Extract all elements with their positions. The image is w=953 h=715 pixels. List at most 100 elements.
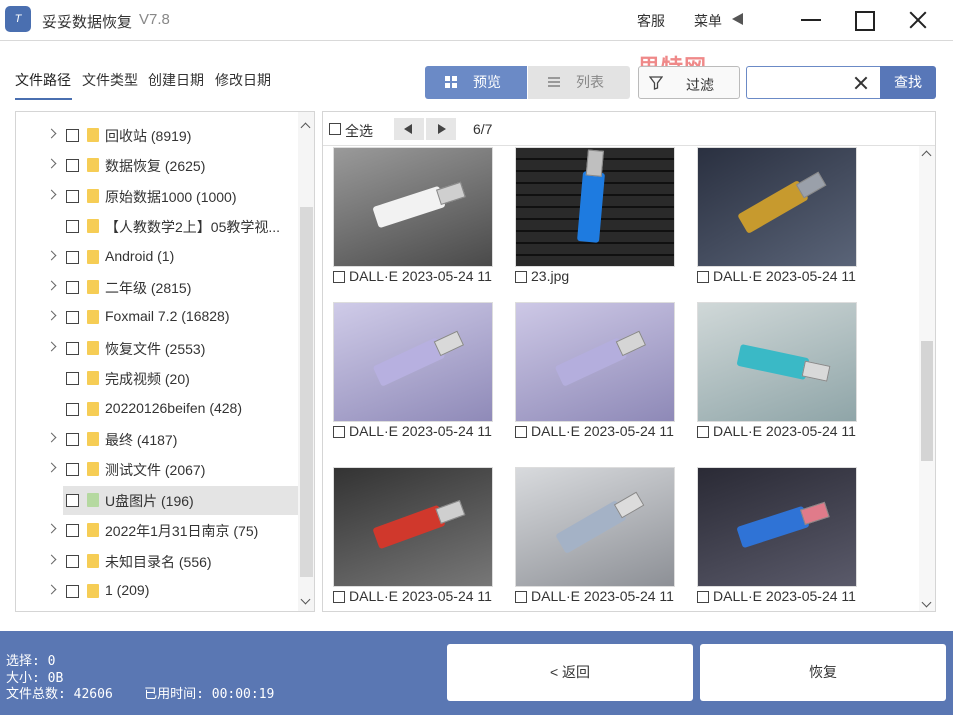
minimize-button[interactable] — [797, 6, 825, 34]
tree-item[interactable]: 1 (209) — [16, 577, 298, 606]
tree-item-checkbox[interactable] — [66, 402, 79, 416]
chevron-right-icon[interactable] — [46, 250, 57, 261]
tree-item-checkbox[interactable] — [66, 311, 79, 325]
chevron-right-icon[interactable] — [46, 523, 57, 534]
tree-item[interactable]: 最终 (4187) — [16, 425, 298, 454]
tree-item[interactable]: 未知目录名 (556) — [16, 547, 298, 576]
select-all-label[interactable]: 全选 — [345, 121, 373, 141]
chevron-right-icon[interactable] — [46, 189, 57, 200]
chevron-right-icon[interactable] — [46, 554, 57, 565]
file-checkbox[interactable] — [515, 271, 527, 283]
tree-item[interactable]: 恢复文件 (2553) — [16, 334, 298, 363]
tab-file-type[interactable]: 文件类型 — [82, 70, 138, 90]
scroll-up-icon[interactable] — [300, 122, 311, 133]
menu-arrow-icon[interactable] — [732, 13, 743, 25]
file-tile[interactable]: DALL·E 2023-05-24 11 — [697, 302, 862, 462]
tree-item[interactable]: 测试文件 (2067) — [16, 455, 298, 484]
tree-scroll-thumb[interactable] — [300, 207, 313, 577]
back-button[interactable]: < 返回 — [447, 644, 693, 701]
tree-item-checkbox[interactable] — [66, 159, 79, 173]
file-tile[interactable]: DALL·E 2023-05-24 11 — [333, 302, 498, 462]
tree-item[interactable]: Android (1) — [16, 243, 298, 272]
recover-button[interactable]: 恢复 — [700, 644, 946, 701]
file-tile[interactable]: DALL·E 2023-05-24 11 — [515, 302, 680, 462]
file-tile[interactable]: DALL·E 2023-05-24 11 — [697, 147, 862, 307]
file-checkbox[interactable] — [697, 426, 709, 438]
file-tile[interactable]: DALL·E 2023-05-24 11 — [333, 467, 498, 611]
tree-item-checkbox[interactable] — [66, 220, 79, 234]
tree-item-checkbox[interactable] — [66, 372, 79, 386]
next-page-button[interactable] — [426, 118, 456, 140]
tree-item[interactable]: 20220126beifen (428) — [16, 395, 298, 424]
chevron-right-icon[interactable] — [46, 462, 57, 473]
tree-item-checkbox[interactable] — [66, 493, 79, 507]
maximize-button[interactable] — [850, 6, 878, 34]
tree-item-checkbox[interactable] — [66, 433, 79, 446]
tree-item-checkbox[interactable] — [66, 129, 79, 142]
clear-search-icon[interactable] — [852, 74, 870, 92]
tree-item[interactable]: 二年级 (2815) — [16, 273, 298, 302]
tree-item-checkbox[interactable] — [66, 250, 79, 264]
tree-item[interactable]: Foxmail 7.2 (16828) — [16, 303, 298, 332]
tree-item-checkbox[interactable] — [66, 554, 79, 568]
file-tile[interactable]: DALL·E 2023-05-24 11 — [697, 467, 862, 611]
tree-item[interactable]: 回收站 (8919) — [16, 121, 298, 150]
tree-item[interactable]: U盘图片 (196) — [16, 485, 298, 515]
tree-item-checkbox[interactable] — [66, 281, 79, 294]
chevron-right-icon[interactable] — [46, 341, 57, 352]
select-all-checkbox[interactable] — [329, 123, 341, 135]
thumbnail-image[interactable] — [697, 467, 857, 587]
file-checkbox[interactable] — [333, 426, 345, 438]
grid-scroll-thumb[interactable] — [921, 341, 933, 461]
tree-item[interactable]: 数据恢复 (2625) — [16, 151, 298, 180]
file-checkbox[interactable] — [697, 271, 709, 283]
chevron-right-icon[interactable] — [46, 432, 57, 443]
thumbnail-image[interactable] — [333, 147, 493, 267]
tree-item[interactable]: 原始数据1000 (1000) — [16, 182, 298, 211]
chevron-right-icon[interactable] — [46, 128, 57, 139]
thumbnail-image[interactable] — [515, 467, 675, 587]
tab-file-path[interactable]: 文件路径 — [15, 70, 71, 90]
file-tile[interactable]: DALL·E 2023-05-24 11 — [333, 147, 498, 307]
scroll-down-icon[interactable] — [300, 594, 311, 605]
tree-item-checkbox[interactable] — [66, 585, 79, 598]
preview-view-button[interactable]: 预览 — [425, 66, 527, 99]
chevron-right-icon[interactable] — [46, 310, 57, 321]
tab-modified-date[interactable]: 修改日期 — [215, 70, 271, 90]
chevron-right-icon[interactable] — [46, 584, 57, 595]
file-checkbox[interactable] — [697, 591, 709, 603]
tree-item[interactable]: 2022年1月31日南京 (75) — [16, 516, 298, 545]
scroll-up-icon[interactable] — [921, 150, 932, 161]
thumbnail-image[interactable] — [333, 302, 493, 422]
file-checkbox[interactable] — [333, 271, 345, 283]
grid-scrollbar[interactable] — [919, 146, 935, 611]
chevron-right-icon[interactable] — [46, 158, 57, 169]
tree-item[interactable]: 【人教数学2上】05教学视... — [16, 212, 298, 241]
list-view-button[interactable]: 列表 — [528, 66, 630, 99]
filter-button[interactable]: 过滤 — [638, 66, 740, 99]
chevron-right-icon[interactable] — [46, 280, 57, 291]
scroll-down-icon[interactable] — [921, 597, 932, 608]
file-tile[interactable]: 23.jpg — [515, 147, 680, 307]
tree-item-checkbox[interactable] — [66, 189, 79, 203]
tree-item-checkbox[interactable] — [66, 463, 79, 477]
tree-item-checkbox[interactable] — [66, 341, 79, 355]
thumbnail-image[interactable] — [515, 302, 675, 422]
search-button[interactable]: 查找 — [880, 66, 936, 99]
thumbnail-image[interactable] — [697, 147, 857, 267]
file-checkbox[interactable] — [333, 591, 345, 603]
menu-link[interactable]: 菜单 — [694, 11, 722, 31]
tree-scrollbar[interactable] — [298, 112, 314, 611]
prev-page-button[interactable] — [394, 118, 424, 140]
tree-item[interactable]: 完成视频 (20) — [16, 364, 298, 393]
thumbnail-image[interactable] — [515, 147, 675, 267]
thumbnail-image[interactable] — [697, 302, 857, 422]
file-checkbox[interactable] — [515, 426, 527, 438]
customer-service-link[interactable]: 客服 — [637, 11, 665, 31]
file-checkbox[interactable] — [515, 591, 527, 603]
close-button[interactable] — [904, 6, 932, 34]
thumbnail-image[interactable] — [333, 467, 493, 587]
file-tile[interactable]: DALL·E 2023-05-24 11 — [515, 467, 680, 611]
tree-item-checkbox[interactable] — [66, 524, 79, 538]
tab-created-date[interactable]: 创建日期 — [148, 70, 204, 90]
